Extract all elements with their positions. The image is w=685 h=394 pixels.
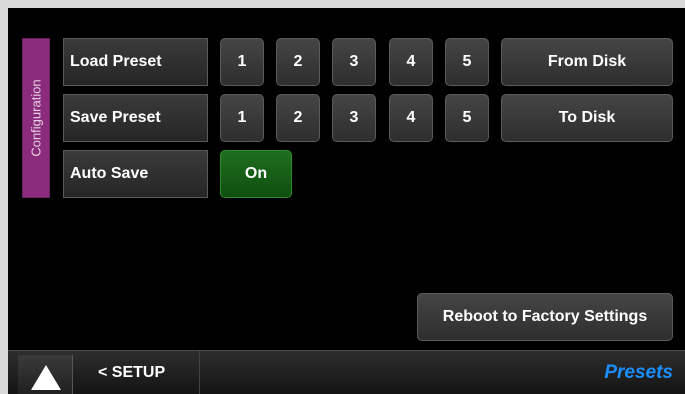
page-title: Presets <box>604 362 673 383</box>
auto-save-label: Auto Save <box>63 150 208 198</box>
save-preset-label-text: Save Preset <box>70 109 161 126</box>
load-from-disk-button[interactable]: From Disk <box>501 38 673 86</box>
save-preset-2-button[interactable]: 2 <box>276 94 320 142</box>
load-preset-3-button[interactable]: 3 <box>332 38 376 86</box>
auto-save-label-text: Auto Save <box>70 165 149 182</box>
footer-bar: < SETUP Presets <box>8 350 685 394</box>
triangle-up-icon <box>31 365 61 390</box>
section-tab-label: Configuration <box>28 79 44 157</box>
save-preset-1-button[interactable]: 1 <box>220 94 264 142</box>
load-preset-5-button[interactable]: 5 <box>445 38 489 86</box>
save-preset-5-button[interactable]: 5 <box>445 94 489 142</box>
load-preset-label-text: Load Preset <box>70 53 162 70</box>
load-preset-4-button[interactable]: 4 <box>389 38 433 86</box>
load-preset-label: Load Preset <box>63 38 208 86</box>
load-preset-2-button[interactable]: 2 <box>276 38 320 86</box>
reboot-factory-settings-button[interactable]: Reboot to Factory Settings <box>417 293 673 341</box>
save-preset-4-button[interactable]: 4 <box>389 94 433 142</box>
auto-save-toggle[interactable]: On <box>220 150 292 198</box>
section-tab-configuration: Configuration <box>22 38 50 198</box>
load-preset-1-button[interactable]: 1 <box>220 38 264 86</box>
screen: Configuration Load Preset 1 2 3 4 5 From… <box>8 8 685 394</box>
save-to-disk-button[interactable]: To Disk <box>501 94 673 142</box>
setup-back-button[interactable]: < SETUP <box>78 351 200 394</box>
save-preset-label: Save Preset <box>63 94 208 142</box>
home-button[interactable] <box>18 355 73 394</box>
save-preset-3-button[interactable]: 3 <box>332 94 376 142</box>
